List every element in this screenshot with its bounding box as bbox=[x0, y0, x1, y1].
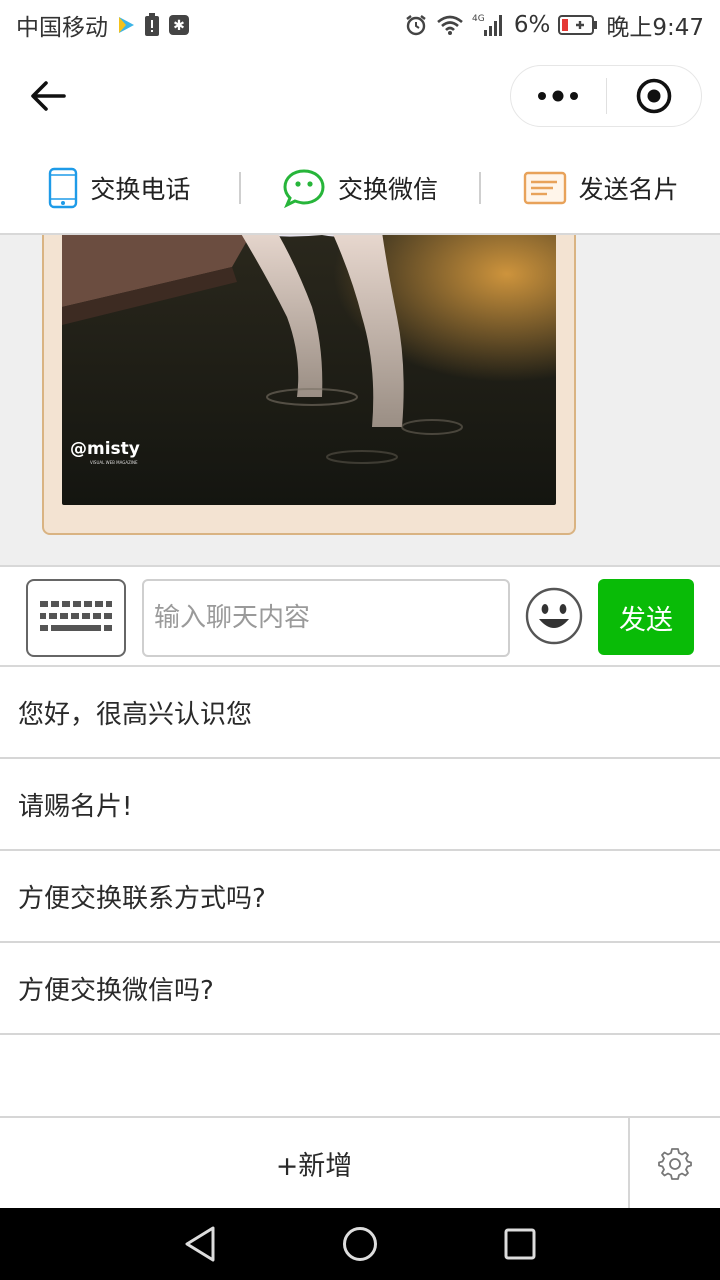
alarm-icon bbox=[404, 13, 428, 37]
nav-back-button[interactable] bbox=[170, 1214, 230, 1274]
quick-reply-item[interactable]: 请赐名片! bbox=[0, 759, 720, 851]
gear-icon bbox=[658, 1148, 692, 1180]
wifi-icon bbox=[436, 14, 464, 36]
target-close-icon bbox=[636, 78, 672, 114]
svg-text:✱: ✱ bbox=[173, 18, 185, 34]
close-mini-program-button[interactable] bbox=[607, 66, 702, 126]
send-button[interactable]: 发送 bbox=[598, 579, 694, 655]
send-card-label: 发送名片 bbox=[578, 174, 679, 204]
back-button[interactable] bbox=[24, 72, 72, 120]
network-type: 4G bbox=[472, 14, 485, 24]
chat-area: @misty VISUAL WEB MAGAZINE bbox=[0, 235, 720, 565]
wechat-icon bbox=[283, 168, 325, 208]
status-right: 4G 6% 晚上9:47 bbox=[404, 8, 704, 42]
more-dots-icon bbox=[538, 90, 579, 102]
square-recents-icon bbox=[504, 1228, 536, 1260]
image-message[interactable]: @misty VISUAL WEB MAGAZINE bbox=[42, 235, 576, 535]
photo-image: @misty VISUAL WEB MAGAZINE bbox=[62, 235, 556, 505]
video-app-icon bbox=[116, 15, 136, 35]
status-bar: 中国移动 ✱ 4G 6% 晚上9:47 bbox=[0, 0, 720, 50]
send-card-button[interactable]: 发送名片 bbox=[481, 170, 720, 206]
battery-alert-icon bbox=[144, 13, 160, 37]
signal-icon: 4G bbox=[472, 12, 506, 38]
shield-app-icon: ✱ bbox=[168, 14, 190, 36]
settings-button[interactable] bbox=[630, 1118, 720, 1208]
chat-message-input[interactable] bbox=[142, 579, 510, 657]
battery-percent: 6% bbox=[513, 12, 551, 38]
quick-reply-item[interactable]: 方便交换微信吗? bbox=[0, 943, 720, 1035]
clock-time: 晚上9:47 bbox=[606, 15, 704, 41]
nav-home-button[interactable] bbox=[330, 1214, 390, 1274]
carrier-name: 中国移动 bbox=[16, 15, 108, 41]
exchange-phone-button[interactable]: 交换电话 bbox=[0, 167, 239, 209]
add-quick-reply-button[interactable]: +新增 bbox=[0, 1118, 630, 1208]
emoji-button[interactable] bbox=[525, 587, 583, 645]
circle-home-icon bbox=[343, 1227, 377, 1261]
more-button[interactable] bbox=[511, 66, 606, 126]
keyboard-toggle-button[interactable] bbox=[26, 579, 126, 657]
mini-program-capsule bbox=[510, 65, 702, 127]
quick-reply-actions: +新增 bbox=[0, 1116, 720, 1208]
status-left: 中国移动 ✱ bbox=[16, 8, 190, 42]
message-photo[interactable]: @misty VISUAL WEB MAGAZINE bbox=[62, 235, 556, 505]
battery-icon bbox=[558, 14, 598, 36]
nav-bar bbox=[0, 50, 720, 142]
quick-reply-item[interactable]: 方便交换联系方式吗? bbox=[0, 851, 720, 943]
back-arrow-icon bbox=[31, 81, 66, 111]
exchange-wechat-button[interactable]: 交换微信 bbox=[241, 168, 480, 208]
phone-icon bbox=[49, 167, 78, 208]
keyboard-icon bbox=[40, 601, 112, 631]
photo-watermark: @misty bbox=[70, 439, 140, 459]
smiley-face-icon bbox=[525, 587, 583, 645]
triangle-back-icon bbox=[185, 1226, 215, 1262]
card-icon bbox=[523, 171, 566, 204]
nav-recents-button[interactable] bbox=[490, 1214, 550, 1274]
quick-reply-item[interactable]: 您好，很高兴认识您 bbox=[0, 667, 720, 759]
quick-reply-list: 您好，很高兴认识您 请赐名片! 方便交换联系方式吗? 方便交换微信吗? bbox=[0, 667, 720, 1035]
android-nav-bar bbox=[0, 1208, 720, 1280]
input-bar: 发送 bbox=[0, 565, 720, 667]
exchange-wechat-label: 交换微信 bbox=[338, 174, 439, 204]
exchange-actions: 交换电话 交换微信 发送名片 bbox=[0, 142, 720, 235]
exchange-phone-label: 交换电话 bbox=[90, 174, 191, 204]
photo-subtext: VISUAL WEB MAGAZINE bbox=[90, 460, 138, 465]
